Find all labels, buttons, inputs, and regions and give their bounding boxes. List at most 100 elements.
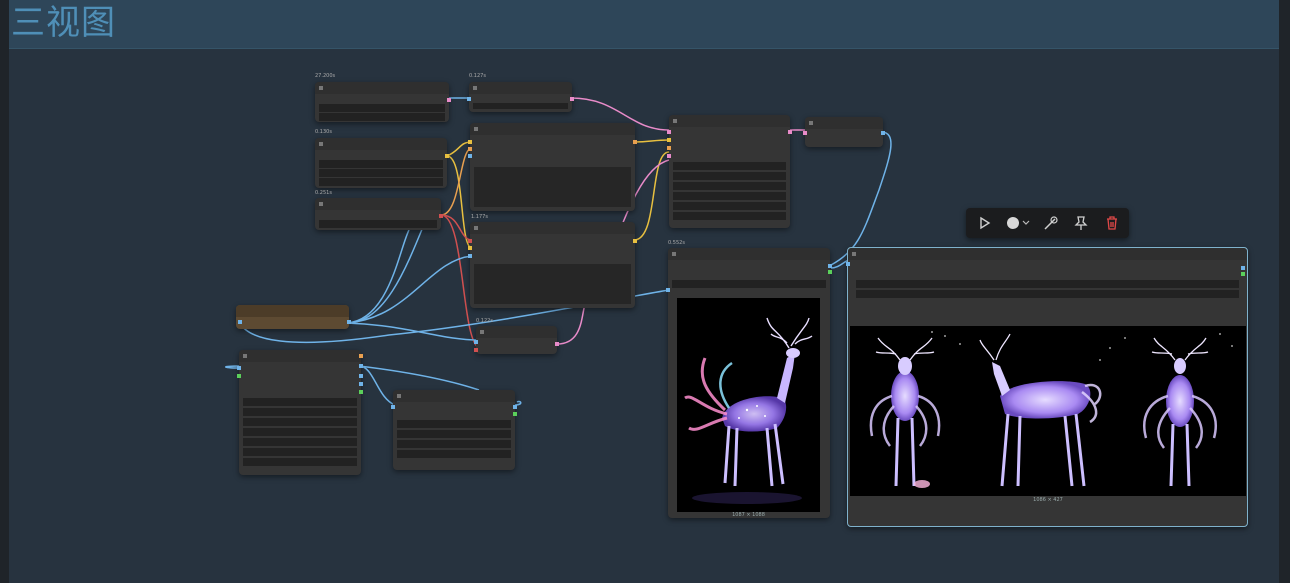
node-widget[interactable]	[243, 408, 357, 416]
output-port[interactable]	[445, 154, 449, 158]
node-widget-area[interactable]	[474, 264, 631, 304]
pin-button[interactable]	[1071, 213, 1091, 233]
node-title-bar[interactable]	[470, 123, 635, 135]
output-port[interactable]	[359, 364, 363, 368]
node-widget[interactable]	[319, 113, 445, 121]
node-6[interactable]	[474, 326, 559, 354]
node-widget[interactable]	[673, 202, 786, 210]
input-port[interactable]	[474, 340, 478, 344]
node-widget[interactable]	[397, 420, 511, 428]
output-port[interactable]	[513, 405, 517, 409]
node-widget-area[interactable]	[474, 167, 631, 207]
input-port[interactable]	[237, 374, 241, 378]
collapse-dot-icon[interactable]	[809, 121, 813, 125]
output-port[interactable]	[359, 390, 363, 394]
node-title-bar[interactable]	[315, 138, 447, 150]
input-port[interactable]	[846, 262, 850, 266]
node-small-right[interactable]	[803, 117, 885, 147]
node-title-bar[interactable]	[668, 248, 830, 260]
collapse-dot-icon[interactable]	[480, 330, 484, 334]
node-widget[interactable]	[319, 220, 437, 228]
node-title-bar[interactable]	[469, 82, 572, 94]
collapse-dot-icon[interactable]	[319, 202, 323, 206]
preview-image-single[interactable]	[677, 298, 820, 512]
collapse-dot-icon[interactable]	[474, 127, 478, 131]
input-port[interactable]	[468, 140, 472, 144]
node-widget[interactable]	[243, 398, 357, 406]
node-lower[interactable]	[391, 390, 517, 470]
input-port[interactable]	[467, 97, 471, 101]
input-port[interactable]	[468, 147, 472, 151]
collapse-dot-icon[interactable]	[474, 226, 478, 230]
node-3[interactable]	[315, 138, 449, 188]
node-title-bar[interactable]	[848, 248, 1247, 260]
output-port[interactable]	[359, 354, 363, 358]
node-1[interactable]	[315, 82, 451, 122]
node-widget[interactable]	[673, 182, 786, 190]
node-title-bar[interactable]	[315, 82, 449, 94]
input-port[interactable]	[667, 130, 671, 134]
output-port[interactable]	[447, 98, 451, 102]
node-title-bar[interactable]	[669, 115, 790, 127]
node-widget[interactable]	[397, 440, 511, 448]
node-widget[interactable]	[319, 178, 443, 186]
node-widget[interactable]	[397, 430, 511, 438]
color-picker-button[interactable]	[1004, 213, 1032, 233]
node-widget[interactable]	[673, 212, 786, 220]
output-port[interactable]	[633, 239, 637, 243]
node-widget[interactable]	[673, 162, 786, 170]
node-widget[interactable]	[319, 169, 443, 177]
collapse-dot-icon[interactable]	[243, 354, 247, 358]
collapse-dot-icon[interactable]	[852, 252, 856, 256]
node-widget[interactable]	[473, 103, 568, 109]
output-port[interactable]	[359, 374, 363, 378]
collapse-dot-icon[interactable]	[397, 394, 401, 398]
output-port[interactable]	[439, 214, 443, 218]
node-4[interactable]	[315, 198, 443, 230]
output-port[interactable]	[513, 412, 517, 416]
node-widget[interactable]	[243, 458, 357, 466]
delete-button[interactable]	[1102, 213, 1122, 233]
preview-image-three-view[interactable]	[850, 326, 1246, 496]
collapse-dot-icon[interactable]	[319, 86, 323, 90]
node-title-bar[interactable]	[470, 222, 635, 234]
collapse-dot-icon[interactable]	[672, 252, 676, 256]
node-sampler-1[interactable]	[468, 123, 637, 211]
node-widget[interactable]	[397, 450, 511, 458]
node-title-bar[interactable]	[236, 305, 349, 317]
output-port[interactable]	[881, 131, 885, 135]
output-port[interactable]	[1241, 266, 1245, 270]
input-port[interactable]	[666, 288, 670, 292]
output-port[interactable]	[1241, 272, 1245, 276]
node-widget[interactable]	[856, 290, 1239, 298]
node-decode[interactable]	[667, 115, 792, 228]
bypass-button[interactable]	[1040, 213, 1060, 233]
node-title-bar[interactable]	[239, 350, 361, 362]
run-button[interactable]	[974, 213, 994, 233]
node-widget[interactable]	[319, 104, 445, 112]
input-port[interactable]	[667, 154, 671, 158]
node-widget[interactable]	[856, 280, 1239, 288]
collapse-dot-icon[interactable]	[673, 119, 677, 123]
output-port[interactable]	[788, 130, 792, 134]
output-port[interactable]	[570, 97, 574, 101]
node-title-bar[interactable]	[476, 326, 557, 338]
node-brown[interactable]	[236, 305, 351, 329]
input-port[interactable]	[667, 138, 671, 142]
node-widget[interactable]	[673, 172, 786, 180]
node-title-bar[interactable]	[393, 390, 515, 402]
output-port[interactable]	[359, 382, 363, 386]
node-title-bar[interactable]	[805, 117, 883, 129]
node-widget[interactable]	[243, 448, 357, 456]
input-port[interactable]	[474, 348, 478, 352]
input-port[interactable]	[237, 366, 241, 370]
node-preview-small[interactable]: 1087 × 1088	[666, 248, 832, 518]
input-port[interactable]	[468, 246, 472, 250]
input-port[interactable]	[468, 154, 472, 158]
node-widget[interactable]	[319, 160, 443, 168]
output-port[interactable]	[828, 264, 832, 268]
node-widget[interactable]	[673, 192, 786, 200]
collapse-dot-icon[interactable]	[319, 142, 323, 146]
node-widget[interactable]	[243, 428, 357, 436]
node-2[interactable]	[467, 82, 574, 112]
